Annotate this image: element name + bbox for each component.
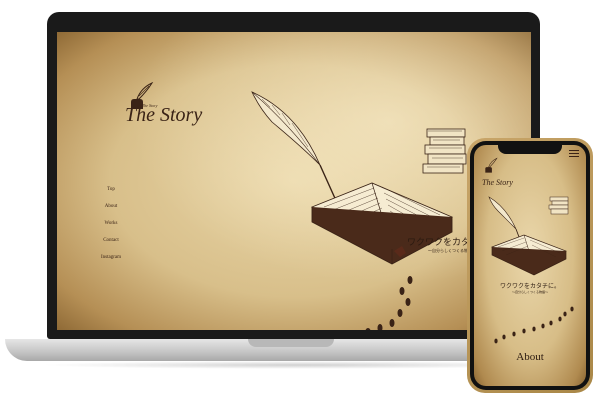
phone-hero-tagline: ワクワクをカタチに。 [499, 284, 560, 290]
phone-section-title: About [516, 351, 544, 363]
side-nav: Top About Works Contact Instagram [91, 187, 131, 272]
quill-pen-icon [251, 91, 339, 206]
hamburger-menu-icon[interactable] [569, 150, 579, 159]
open-book-icon [491, 234, 567, 276]
footprints-icon [365, 276, 413, 330]
footprints-icon [494, 306, 574, 344]
nav-item-top[interactable]: Top [91, 187, 131, 192]
phone-notch [498, 145, 562, 154]
nav-item-works[interactable]: Works [91, 221, 131, 226]
laptop-notch [248, 339, 334, 347]
laptop-screen: The Story The Story Top About Works Cont… [57, 32, 531, 330]
nav-item-contact[interactable]: Contact [91, 238, 131, 243]
phone-hero-subtagline: 〜自分らしくつくる物語〜 [512, 290, 548, 294]
book-stack-icon [422, 128, 467, 174]
inkwell-icon [485, 157, 498, 173]
nav-item-instagram[interactable]: Instagram [91, 255, 131, 260]
phone-screen: The Story ワクワクをカタチに。 〜自分らしくつくる物語〜 About [474, 145, 586, 386]
phone-site-title[interactable]: The Story [482, 178, 513, 187]
book-stack-icon [548, 196, 569, 215]
nav-item-about[interactable]: About [91, 204, 131, 209]
site-title[interactable]: The Story [125, 104, 202, 127]
phone-hero-illustration [488, 196, 569, 276]
